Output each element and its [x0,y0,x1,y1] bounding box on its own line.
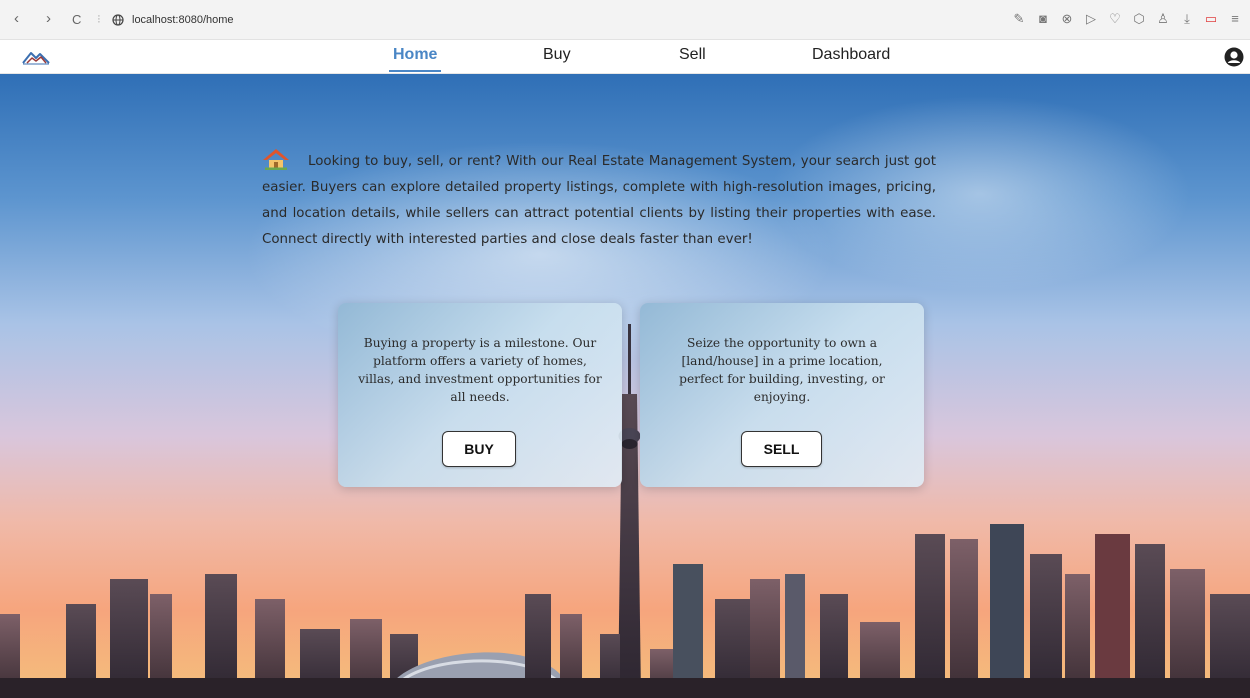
app-navbar: Home Buy Sell Dashboard [0,40,1250,74]
hero-background: Looking to buy, sell, or rent? With our … [0,74,1250,698]
battery-icon[interactable]: ▭ [1204,10,1218,28]
reload-button[interactable]: C [72,12,81,27]
logo-icon[interactable] [22,49,50,65]
play-icon[interactable]: ▷ [1084,10,1098,28]
forward-button[interactable]: › [46,10,51,27]
sell-card: Seize the opportunity to own a [land/hou… [640,303,924,487]
menu-icon[interactable]: ≡ [1228,10,1242,28]
globe-icon [112,14,124,26]
user-icon[interactable]: ♙ [1156,10,1170,28]
sell-card-text: Seize the opportunity to own a [land/hou… [679,336,885,404]
heart-icon[interactable]: ♡ [1108,10,1122,28]
sell-button[interactable]: SELL [741,431,822,467]
buy-button[interactable]: BUY [442,431,516,467]
block-icon[interactable]: ⊗ [1060,10,1074,28]
house-icon [263,149,289,170]
toolbar-divider: ⁝ [97,12,101,26]
tab-dashboard[interactable]: Dashboard [812,46,890,64]
tab-sell[interactable]: Sell [679,46,706,64]
camera-icon[interactable]: ◙ [1036,10,1050,28]
profile-icon[interactable] [1224,47,1244,67]
intro-paragraph: Looking to buy, sell, or rent? With our … [262,148,936,253]
buy-card: Buying a property is a milestone. Our pl… [338,303,622,487]
tab-buy[interactable]: Buy [543,46,571,64]
edit-icon[interactable]: ✎ [1012,10,1026,28]
download-icon[interactable]: ⤓ [1180,10,1194,28]
intro-text: Looking to buy, sell, or rent? With our … [262,154,936,247]
browser-toolbar: ‹ › C ⁝ localhost:8080/home ✎ ◙ ⊗ ▷ ♡ ⬡ … [0,0,1250,40]
browser-extensions: ✎ ◙ ⊗ ▷ ♡ ⬡ ♙ ⤓ ▭ ≡ [1012,10,1242,28]
url-text: localhost:8080/home [132,14,234,26]
back-button[interactable]: ‹ [14,10,19,27]
address-bar[interactable]: localhost:8080/home [112,10,234,30]
tab-home[interactable]: Home [388,46,442,72]
cube-icon[interactable]: ⬡ [1132,10,1146,28]
buy-card-text: Buying a property is a milestone. Our pl… [358,336,602,404]
